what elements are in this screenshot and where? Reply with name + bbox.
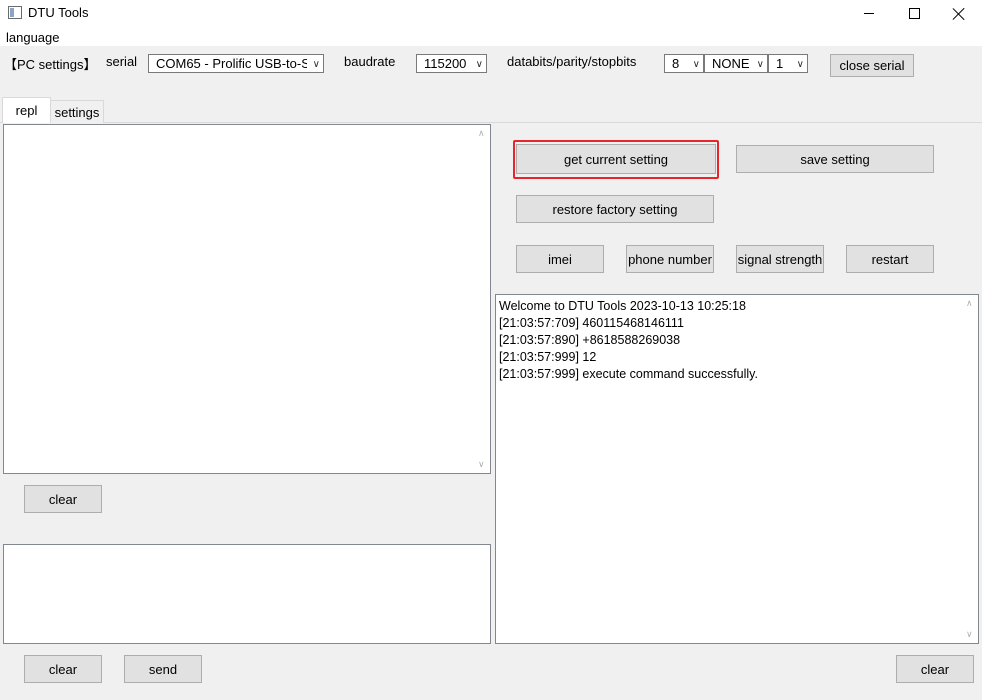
stopbits-value: 1 bbox=[776, 56, 784, 71]
imei-button[interactable]: imei bbox=[516, 245, 604, 273]
scroll-up-icon[interactable]: ∧ bbox=[478, 128, 485, 139]
signal-strength-button[interactable]: signal strength bbox=[736, 245, 824, 273]
serial-label: serial bbox=[106, 54, 138, 69]
parity-select[interactable]: NONE ∨ bbox=[704, 54, 768, 73]
send-button[interactable]: send bbox=[124, 655, 202, 683]
chevron-down-icon: ∨ bbox=[312, 59, 320, 70]
scroll-down-icon[interactable]: ∨ bbox=[478, 459, 485, 470]
tab-settings[interactable]: settings bbox=[50, 100, 104, 123]
phone-number-button[interactable]: phone number bbox=[626, 245, 714, 273]
scroll-down-icon[interactable]: ∨ bbox=[966, 629, 973, 640]
window-app-icon bbox=[8, 6, 22, 19]
repl-input-area[interactable] bbox=[3, 544, 491, 644]
chevron-down-icon: ∨ bbox=[796, 59, 804, 70]
repl-output-scrollbar[interactable]: ∧ ∨ bbox=[475, 125, 490, 473]
scroll-up-icon[interactable]: ∧ bbox=[966, 298, 973, 309]
repl-output-area[interactable]: ∧ ∨ bbox=[3, 124, 491, 474]
chevron-down-icon: ∨ bbox=[692, 59, 700, 70]
log-scrollbar[interactable]: ∧ ∨ bbox=[963, 295, 978, 643]
title-bar bbox=[0, 0, 982, 27]
pc-settings-label: 【PC settings】 bbox=[4, 57, 97, 72]
serial-port-value: COM65 - Prolific USB-to-Serial bbox=[156, 56, 307, 71]
stopbits-select[interactable]: 1 ∨ bbox=[768, 54, 808, 73]
chevron-down-icon: ∨ bbox=[475, 59, 483, 70]
log-line: [21:03:57:999] 12 bbox=[499, 350, 597, 364]
clear-log-button[interactable]: clear bbox=[896, 655, 974, 683]
get-current-setting-button[interactable]: get current setting bbox=[516, 144, 716, 174]
chevron-down-icon: ∨ bbox=[756, 59, 764, 70]
databits-select[interactable]: 8 ∨ bbox=[664, 54, 704, 73]
close-icon bbox=[953, 8, 965, 20]
window-title: DTU Tools bbox=[28, 5, 89, 20]
baudrate-value: 115200 bbox=[424, 56, 467, 71]
menu-language[interactable]: language bbox=[6, 30, 60, 45]
frame-format-label: databits/parity/stopbits bbox=[507, 54, 637, 69]
maximize-icon bbox=[908, 8, 920, 19]
clear-input-button[interactable]: clear bbox=[24, 655, 102, 683]
close-button[interactable] bbox=[936, 0, 982, 27]
save-setting-button[interactable]: save setting bbox=[736, 145, 934, 173]
minimize-button[interactable] bbox=[846, 0, 892, 27]
tab-repl[interactable]: repl bbox=[2, 97, 51, 123]
parity-value: NONE bbox=[712, 56, 750, 71]
databits-value: 8 bbox=[672, 56, 680, 71]
restore-factory-setting-button[interactable]: restore factory setting bbox=[516, 195, 714, 223]
minimize-icon bbox=[864, 13, 874, 14]
menu-bar bbox=[0, 27, 982, 46]
maximize-button[interactable] bbox=[891, 0, 937, 27]
close-serial-button[interactable]: close serial bbox=[830, 54, 914, 77]
baudrate-label: baudrate bbox=[344, 54, 396, 69]
log-line: Welcome to DTU Tools 2023-10-13 10:25:18 bbox=[499, 299, 746, 313]
log-line: [21:03:57:709] 460115468146111 bbox=[499, 316, 684, 330]
baudrate-select[interactable]: 115200 ∨ bbox=[416, 54, 487, 73]
log-line: [21:03:57:890] +8618588269038 bbox=[499, 333, 681, 347]
clear-output-button[interactable]: clear bbox=[24, 485, 102, 513]
serial-port-select[interactable]: COM65 - Prolific USB-to-Serial ∨ bbox=[148, 54, 324, 73]
log-output-area[interactable]: Welcome to DTU Tools 2023-10-13 10:25:18… bbox=[495, 294, 979, 644]
restart-button[interactable]: restart bbox=[846, 245, 934, 273]
log-line: [21:03:57:999] execute command successfu… bbox=[499, 367, 758, 381]
